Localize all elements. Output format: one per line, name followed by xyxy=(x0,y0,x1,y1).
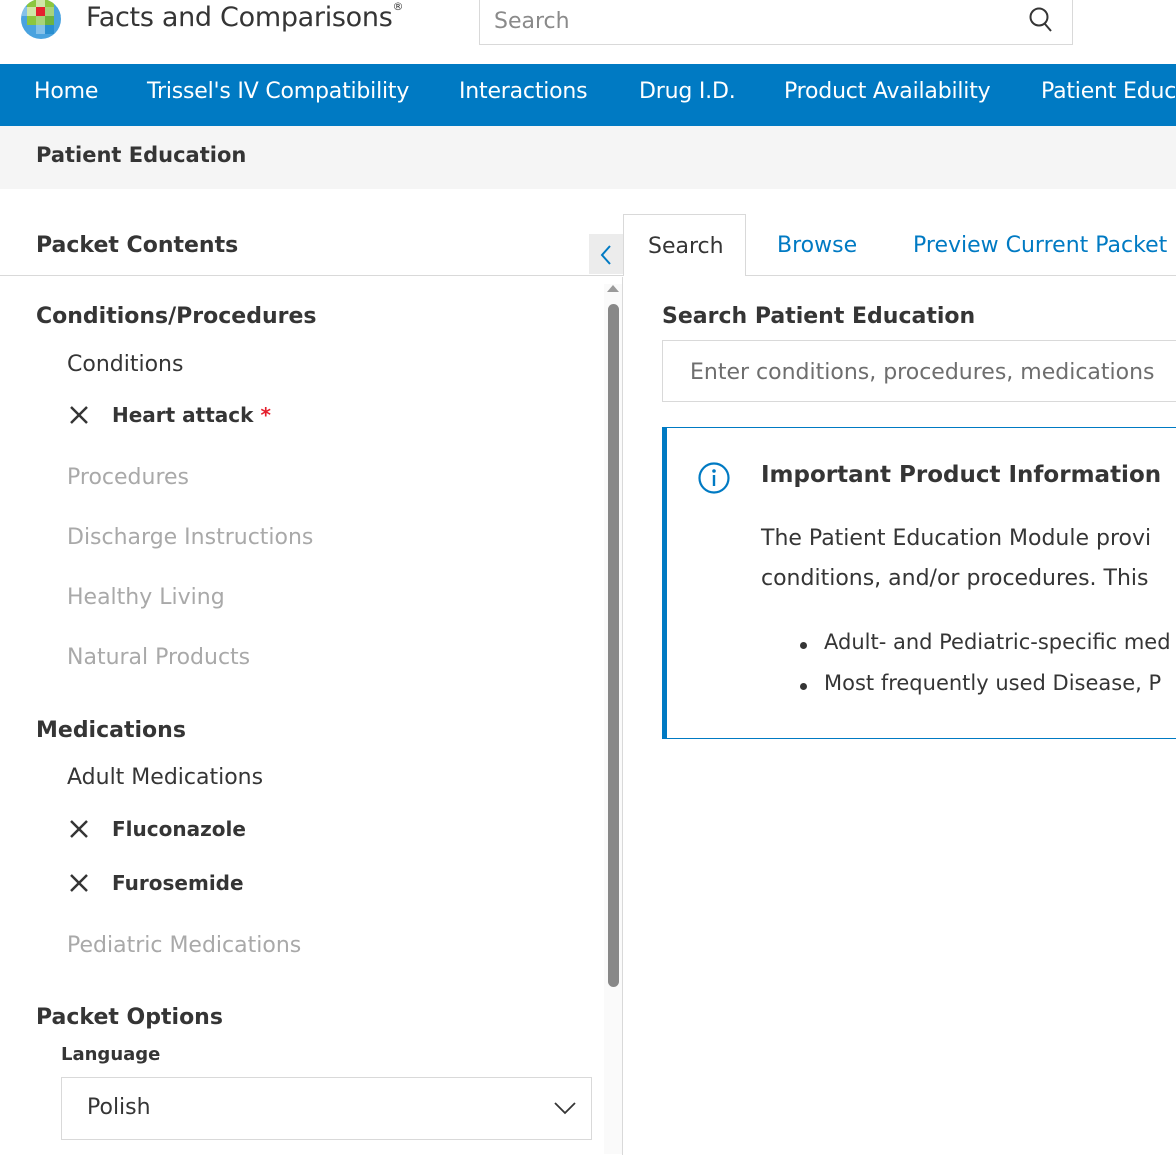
packet-item: Heart attack * xyxy=(67,400,271,430)
language-select-value: Polish xyxy=(87,1095,151,1120)
nav-drug-id[interactable]: Drug I.D. xyxy=(639,79,736,104)
packet-item: Fluconazole xyxy=(67,814,246,844)
brand-name[interactable]: Facts and Comparisons® xyxy=(86,0,404,33)
nav-trissels-iv-compatibility[interactable]: Trissel's IV Compatibility xyxy=(147,79,409,104)
subsection-adult-medications: Adult Medications xyxy=(67,765,264,790)
page-title: Patient Education xyxy=(36,143,247,167)
patient-education-search-input[interactable] xyxy=(688,356,1176,388)
tab-search[interactable]: Search xyxy=(623,214,746,276)
nav-interactions[interactable]: Interactions xyxy=(459,79,588,104)
packet-item-label: Fluconazole xyxy=(112,817,246,841)
required-marker: * xyxy=(260,403,271,427)
registered-mark: ® xyxy=(392,0,404,13)
packet-contents-header: Packet Contents xyxy=(0,189,623,276)
remove-icon[interactable] xyxy=(67,871,91,895)
global-search xyxy=(479,0,1073,45)
info-icon xyxy=(698,462,730,494)
app-header: Facts and Comparisons® xyxy=(0,0,1176,64)
important-info-box xyxy=(662,427,1176,739)
remove-icon[interactable] xyxy=(67,817,91,841)
subsection-discharge-instructions: Discharge Instructions xyxy=(67,525,314,550)
packet-options-title: Packet Options xyxy=(36,1005,223,1030)
language-label: Language xyxy=(61,1044,161,1065)
subsection-natural-products: Natural Products xyxy=(67,645,251,670)
section-medications: Medications xyxy=(36,718,186,743)
main-nav: Home Trissel's IV Compatibility Interact… xyxy=(0,64,1176,126)
subsection-pediatric-medications: Pediatric Medications xyxy=(67,933,302,958)
remove-icon[interactable] xyxy=(67,403,91,427)
page-title-bar: Patient Education xyxy=(0,126,1176,189)
nav-home[interactable]: Home xyxy=(34,79,98,104)
nav-product-availability[interactable]: Product Availability xyxy=(784,79,991,104)
tab-browse[interactable]: Browse xyxy=(746,214,886,276)
scrollbar-thumb[interactable] xyxy=(608,304,619,987)
subsection-healthy-living: Healthy Living xyxy=(67,585,225,610)
language-select[interactable]: Polish xyxy=(61,1077,592,1140)
packet-item-label: Heart attack xyxy=(112,403,254,427)
collapse-panel-button[interactable] xyxy=(589,234,623,274)
scroll-up-arrow-icon[interactable] xyxy=(607,285,619,292)
chevron-down-icon xyxy=(554,1102,576,1115)
search-icon[interactable] xyxy=(1028,6,1054,34)
search-patient-education-heading: Search Patient Education xyxy=(662,304,976,329)
section-conditions-procedures: Conditions/Procedures xyxy=(36,304,317,329)
wolters-kluwer-logo-icon[interactable] xyxy=(20,0,62,40)
packet-contents-title: Packet Contents xyxy=(36,233,239,258)
subsection-procedures: Procedures xyxy=(67,465,189,490)
nav-patient-education[interactable]: Patient Education xyxy=(1041,79,1176,104)
packet-item: Furosemide xyxy=(67,868,244,898)
chevron-left-icon xyxy=(600,245,611,265)
global-search-input[interactable] xyxy=(492,4,1012,38)
tab-preview-current-packet[interactable]: Preview Current Packet xyxy=(886,214,1176,276)
patient-education-search xyxy=(662,340,1176,402)
packet-item-label: Furosemide xyxy=(112,871,244,895)
subsection-conditions: Conditions xyxy=(67,352,184,377)
